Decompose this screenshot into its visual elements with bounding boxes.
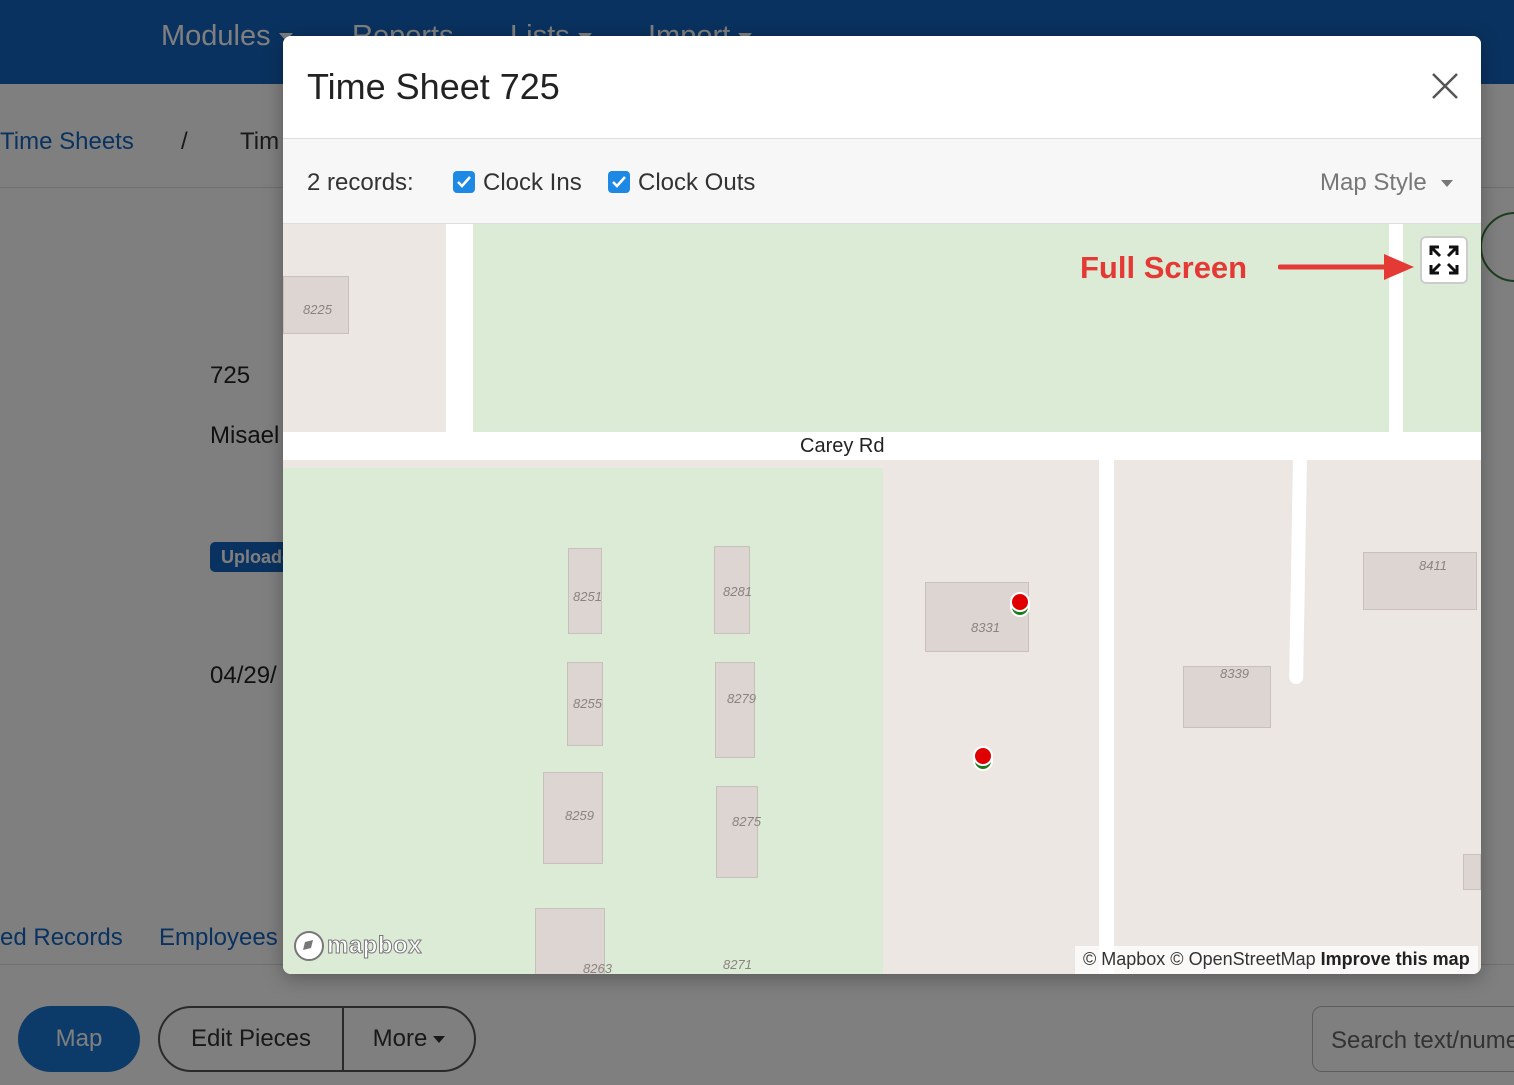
building <box>1463 854 1481 890</box>
clock-outs-label[interactable]: Clock Outs <box>638 169 755 197</box>
clock-outs-checkbox[interactable] <box>608 171 630 193</box>
road <box>1099 460 1114 974</box>
house-number: 8255 <box>573 696 602 711</box>
modal-title: Time Sheet 725 <box>307 66 560 107</box>
map-toolbar: 2 records: Clock Ins Clock Outs Map Styl… <box>283 139 1481 224</box>
improve-map-link[interactable]: Improve this map <box>1321 949 1470 969</box>
arrow-right-icon <box>1278 254 1414 280</box>
close-icon <box>1432 73 1458 99</box>
clock-in-out-marker-icon[interactable] <box>1009 592 1031 620</box>
house-number: 8263 <box>583 961 612 974</box>
mapbox-logo-text: mapbox <box>326 932 423 960</box>
full-screen-button[interactable] <box>1420 236 1468 284</box>
map-attribution: © Mapbox © OpenStreetMap Improve this ma… <box>1075 946 1478 974</box>
map-style-dropdown[interactable]: Map Style <box>1320 169 1453 197</box>
time-sheet-modal: Time Sheet 725 2 records: Clock Ins Cloc… <box>283 36 1481 974</box>
attribution-text[interactable]: © Mapbox © OpenStreetMap <box>1083 949 1316 969</box>
clock-in-out-marker-icon[interactable] <box>972 746 994 774</box>
record-count: 2 records: <box>307 169 414 196</box>
map-style-label: Map Style <box>1320 169 1427 196</box>
house-number: 8271 <box>723 957 752 972</box>
house-number: 8279 <box>727 691 756 706</box>
checkmark-icon <box>457 176 471 188</box>
building <box>716 786 758 878</box>
modal-header: Time Sheet 725 <box>283 36 1481 139</box>
house-number: 8281 <box>723 584 752 599</box>
chevron-down-icon <box>1440 180 1453 188</box>
checkmark-icon <box>612 176 626 188</box>
house-number: 8339 <box>1220 666 1249 681</box>
house-number: 8225 <box>303 302 332 317</box>
fullscreen-icon <box>1429 245 1459 275</box>
mapbox-logo-icon <box>294 931 324 961</box>
road <box>1289 459 1307 685</box>
house-number: 8251 <box>573 589 602 604</box>
house-number: 8259 <box>565 808 594 823</box>
clock-ins-checkbox[interactable] <box>453 171 475 193</box>
house-number: 8275 <box>732 814 761 829</box>
park-area <box>473 224 1389 432</box>
full-screen-callout: Full Screen <box>1080 250 1248 285</box>
close-button[interactable] <box>1431 72 1459 100</box>
house-number: 8331 <box>971 620 1000 635</box>
house-number: 8411 <box>1419 558 1447 573</box>
building <box>715 662 755 758</box>
road-label: Carey Rd <box>800 435 885 457</box>
road <box>446 224 473 460</box>
clock-ins-label[interactable]: Clock Ins <box>483 169 582 197</box>
map-canvas[interactable]: 8225 8251 8281 8255 8279 8259 8275 8263 … <box>283 224 1481 974</box>
